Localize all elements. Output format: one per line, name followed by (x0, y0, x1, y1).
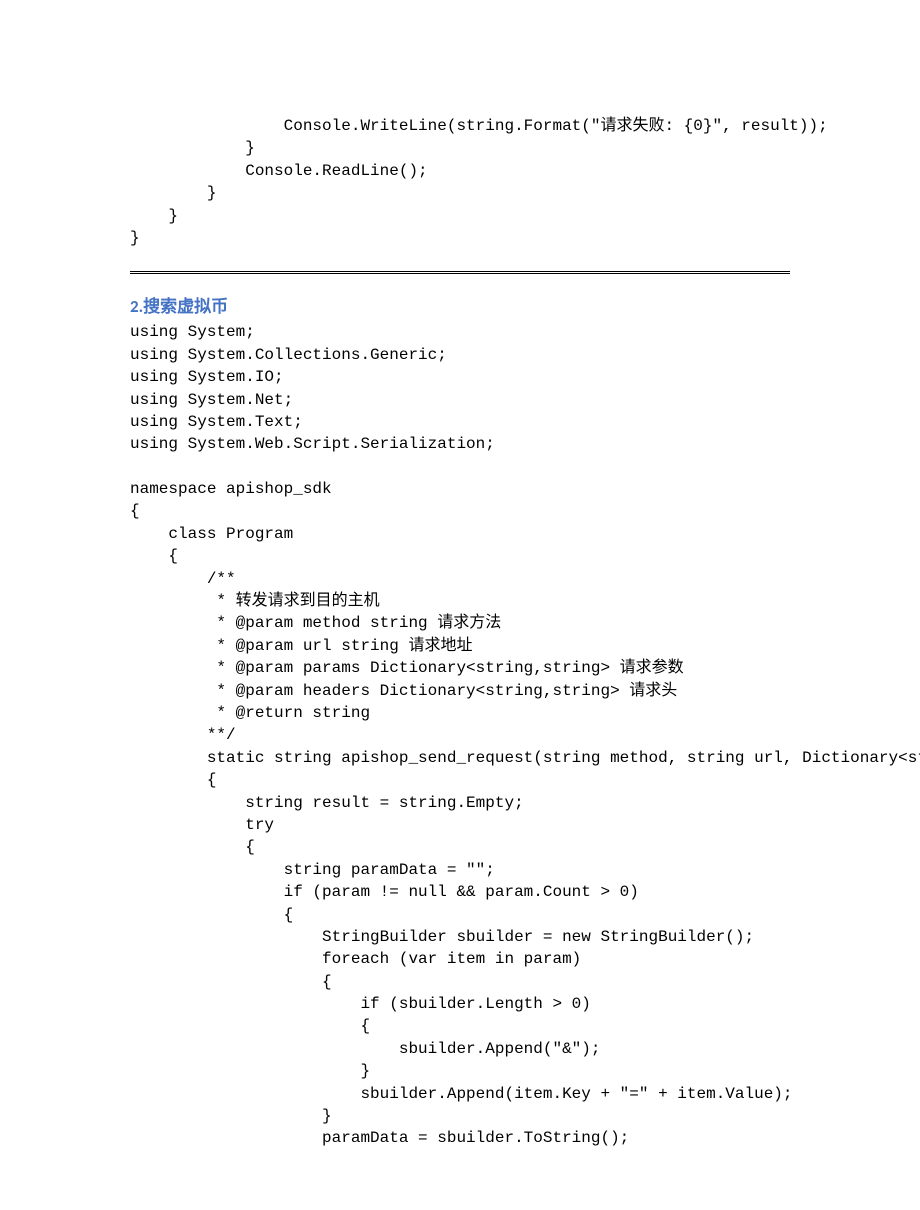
document-page: Console.WriteLine(string.Format("请求失败: {… (0, 0, 920, 1210)
code-block-top: Console.WriteLine(string.Format("请求失败: {… (130, 115, 790, 249)
section-divider (130, 271, 790, 274)
code-block-main: using System; using System.Collections.G… (130, 321, 790, 1149)
section-heading: 2.搜索虚拟币 (130, 292, 790, 317)
